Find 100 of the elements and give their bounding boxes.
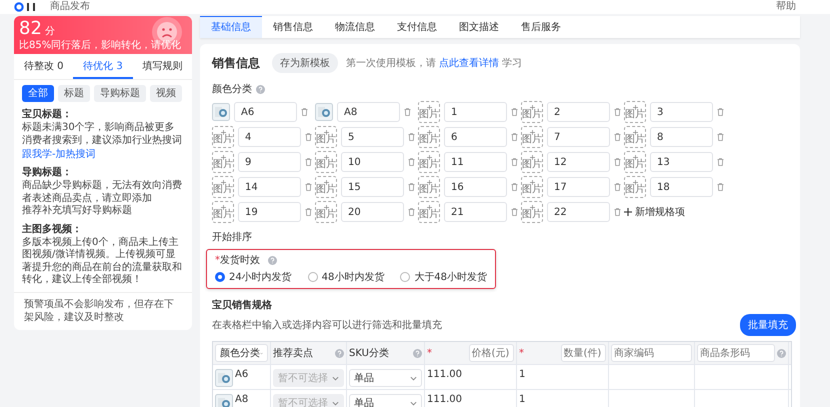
trash-icon[interactable] [717,108,724,116]
trash-icon[interactable] [511,108,518,116]
trash-icon[interactable] [614,183,621,191]
image-upload-button[interactable]: 图片 [521,201,543,223]
side-tab[interactable]: 待整改 0 [14,54,74,79]
image-upload-button[interactable]: 图片 [418,151,440,173]
color-input[interactable]: 12 [547,152,610,172]
help-link[interactable]: 帮助 [776,1,796,13]
image-upload-button[interactable]: 图片 [418,101,440,123]
color-input[interactable]: A6 [234,102,297,122]
section-tab[interactable]: 支付信息 [386,16,448,38]
image-upload-button[interactable]: 图片 [315,201,337,223]
section-tab[interactable]: 图文描述 [448,16,510,38]
image-upload-button[interactable]: 图片 [521,176,543,198]
filter-chip[interactable]: 视频 [150,85,182,102]
column-filter-select[interactable]: 颜色分类 [215,344,268,362]
color-input[interactable]: 22 [547,202,610,222]
color-input[interactable]: 5 [341,127,404,147]
trash-icon[interactable] [404,108,411,116]
color-input[interactable]: 21 [444,202,507,222]
trash-icon[interactable] [717,183,724,191]
color-input[interactable]: 4 [238,127,301,147]
trash-icon[interactable] [408,158,415,166]
trash-icon[interactable] [511,158,518,166]
trash-icon[interactable] [301,108,308,116]
color-input[interactable]: A8 [337,102,400,122]
radio-button[interactable] [400,272,410,282]
color-input[interactable]: 20 [341,202,404,222]
color-input[interactable]: 7 [547,127,610,147]
radio-label[interactable]: 24小时内发货 [229,270,292,284]
color-input[interactable]: 6 [444,127,507,147]
section-tab[interactable]: 物流信息 [324,16,386,38]
filter-chip[interactable]: 标题 [58,85,90,102]
radio-button[interactable] [308,272,318,282]
learn-link[interactable]: 跟我学-加热搜词 [22,148,184,161]
details-link[interactable]: 点此查看详情 [439,58,499,69]
image-upload-button[interactable]: 图片 [521,126,543,148]
trash-icon[interactable] [717,133,724,141]
color-input[interactable]: 14 [238,177,301,197]
image-upload-button[interactable]: 图片 [212,126,234,148]
section-tab[interactable]: 销售信息 [262,16,324,38]
trash-icon[interactable] [511,133,518,141]
save-template-button[interactable]: 存为新模板 [272,53,338,73]
color-input[interactable]: 1 [444,102,507,122]
image-upload-button[interactable]: 图片 [624,101,646,123]
column-filter-input[interactable]: 商品条形码 [697,344,775,362]
color-input[interactable]: 8 [650,127,713,147]
color-input[interactable]: 2 [547,102,610,122]
trash-icon[interactable] [305,158,312,166]
radio-label[interactable]: 大于48小时发货 [414,270,487,284]
section-tab[interactable]: 售后服务 [510,16,572,38]
trash-icon[interactable] [614,208,621,216]
image-upload-button[interactable]: 图片 [418,176,440,198]
column-filter-input[interactable]: 价格(元) [468,344,514,362]
color-input[interactable]: 15 [341,177,404,197]
color-input[interactable]: 18 [650,177,713,197]
color-input[interactable]: 11 [444,152,507,172]
trash-icon[interactable] [305,133,312,141]
side-tab[interactable]: 填写规则 [132,54,192,79]
image-upload-button[interactable]: 图片 [212,176,234,198]
image-upload-button[interactable]: 图片 [315,151,337,173]
radio-button[interactable] [215,272,225,282]
image-upload-button[interactable]: 图片 [315,176,337,198]
image-upload-button[interactable]: 图片 [315,126,337,148]
section-tab[interactable]: 基础信息 [200,16,262,38]
trash-icon[interactable] [408,183,415,191]
image-upload-button[interactable]: 图片 [624,176,646,198]
trash-icon[interactable] [717,158,724,166]
column-filter-input[interactable]: 商家编码 [611,344,692,362]
trash-icon[interactable] [408,208,415,216]
column-filter-input[interactable]: 数量(件) [560,344,606,362]
color-input[interactable]: 16 [444,177,507,197]
image-upload-button[interactable]: 图片 [212,201,234,223]
image-upload-button[interactable]: 图片 [624,151,646,173]
batch-fill-button[interactable]: 批量填充 [740,314,796,336]
add-spec-button[interactable]: 新增规格项 [624,205,685,219]
trash-icon[interactable] [511,183,518,191]
image-upload-button[interactable]: 图片 [212,151,234,173]
color-input[interactable]: 13 [650,152,713,172]
color-input[interactable]: 3 [650,102,713,122]
color-input[interactable]: 10 [341,152,404,172]
color-input[interactable]: 19 [238,202,301,222]
radio-label[interactable]: 48小时内发货 [322,270,384,284]
filter-chip[interactable]: 全部 [22,85,54,102]
trash-icon[interactable] [511,208,518,216]
color-input[interactable]: 9 [238,152,301,172]
trash-icon[interactable] [408,133,415,141]
image-upload-button[interactable]: 图片 [418,126,440,148]
trash-icon[interactable] [614,108,621,116]
trash-icon[interactable] [614,133,621,141]
sku-select[interactable]: 单品 [349,394,422,407]
trash-icon[interactable] [305,208,312,216]
filter-chip[interactable]: 导购标题 [94,85,146,102]
color-input[interactable]: 17 [547,177,610,197]
image-upload-button[interactable]: 图片 [624,126,646,148]
trash-icon[interactable] [305,183,312,191]
image-upload-button[interactable]: 图片 [418,201,440,223]
trash-icon[interactable] [614,158,621,166]
sort-link[interactable]: 开始排序 [212,230,796,244]
side-tab[interactable]: 待优化 3 [73,54,133,79]
